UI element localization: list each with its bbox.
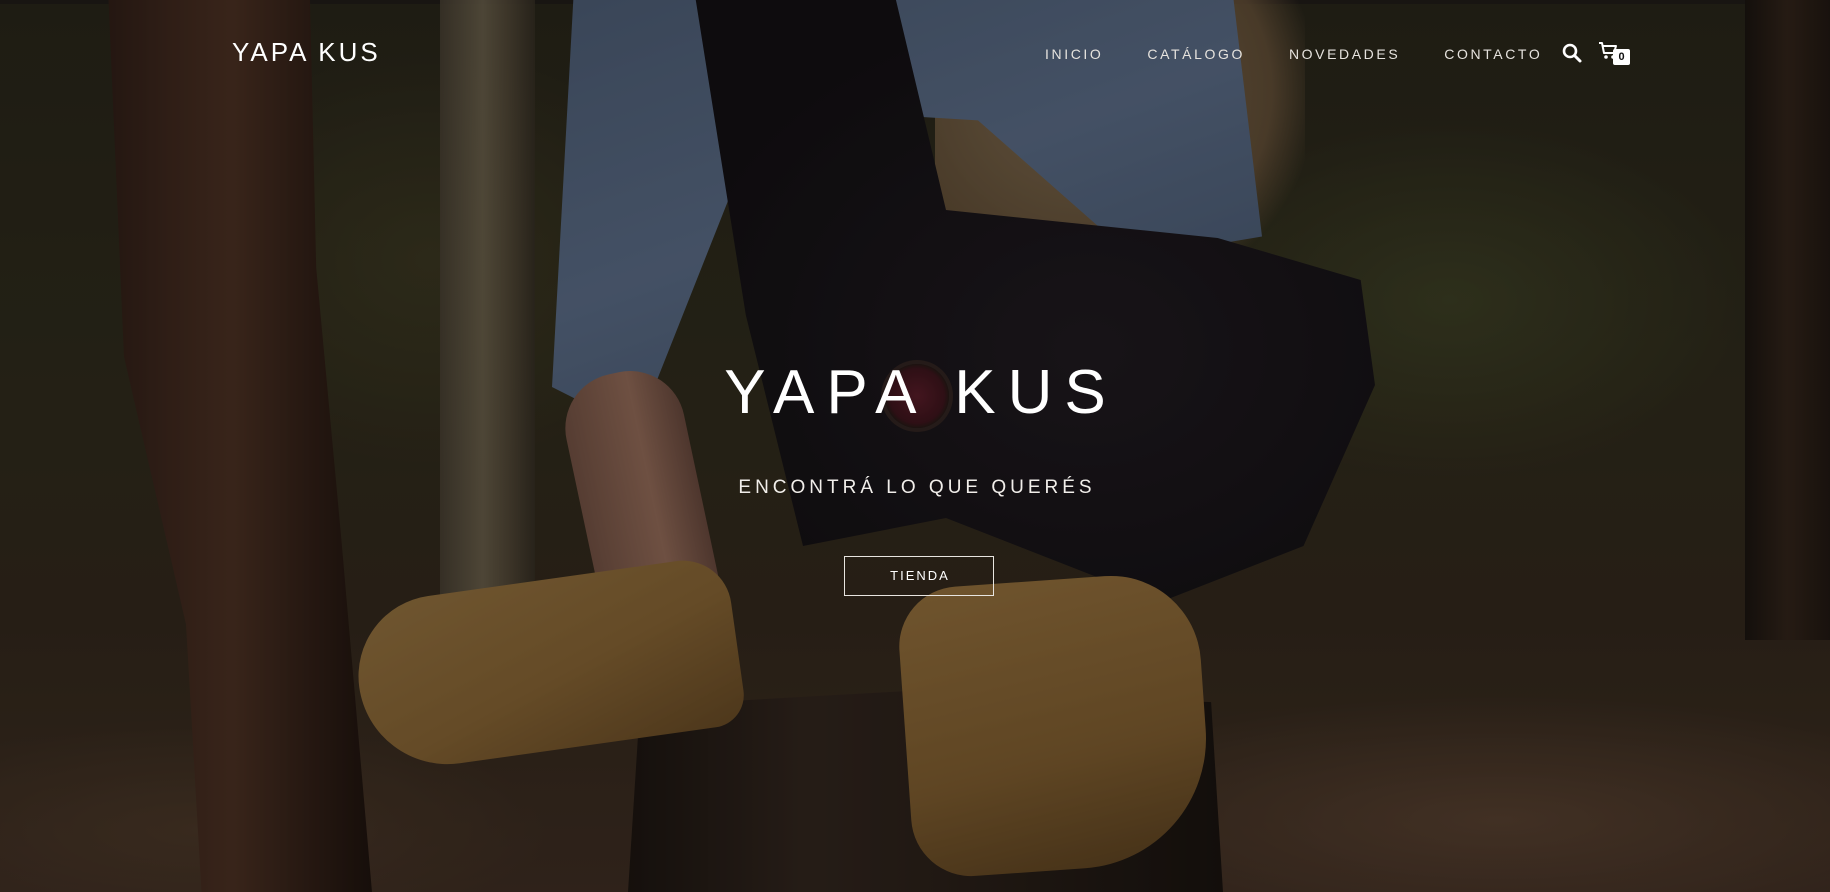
cart-count-badge: 0 bbox=[1613, 49, 1630, 65]
shop-button[interactable]: TIENDA bbox=[844, 556, 994, 596]
dark-overlay bbox=[0, 0, 1830, 892]
brand-logo-link[interactable]: YAPA KUS bbox=[232, 36, 381, 68]
hero-background-image bbox=[0, 0, 1830, 892]
main-nav: INICIO CATÁLOGO NOVEDADES CONTACTO bbox=[1045, 42, 1586, 66]
nav-item-inicio[interactable]: INICIO bbox=[1045, 46, 1103, 62]
nav-item-contacto[interactable]: CONTACTO bbox=[1444, 46, 1542, 62]
nav-item-novedades[interactable]: NOVEDADES bbox=[1289, 46, 1400, 62]
search-icon[interactable] bbox=[1560, 41, 1584, 65]
cart-button[interactable]: 0 bbox=[1598, 40, 1632, 68]
nav-item-catalogo[interactable]: CATÁLOGO bbox=[1147, 46, 1245, 62]
hero-subtitle: ENCONTRÁ LO QUE QUERÉS bbox=[738, 477, 1096, 498]
hero-title: YAPA KUS bbox=[724, 358, 1118, 427]
